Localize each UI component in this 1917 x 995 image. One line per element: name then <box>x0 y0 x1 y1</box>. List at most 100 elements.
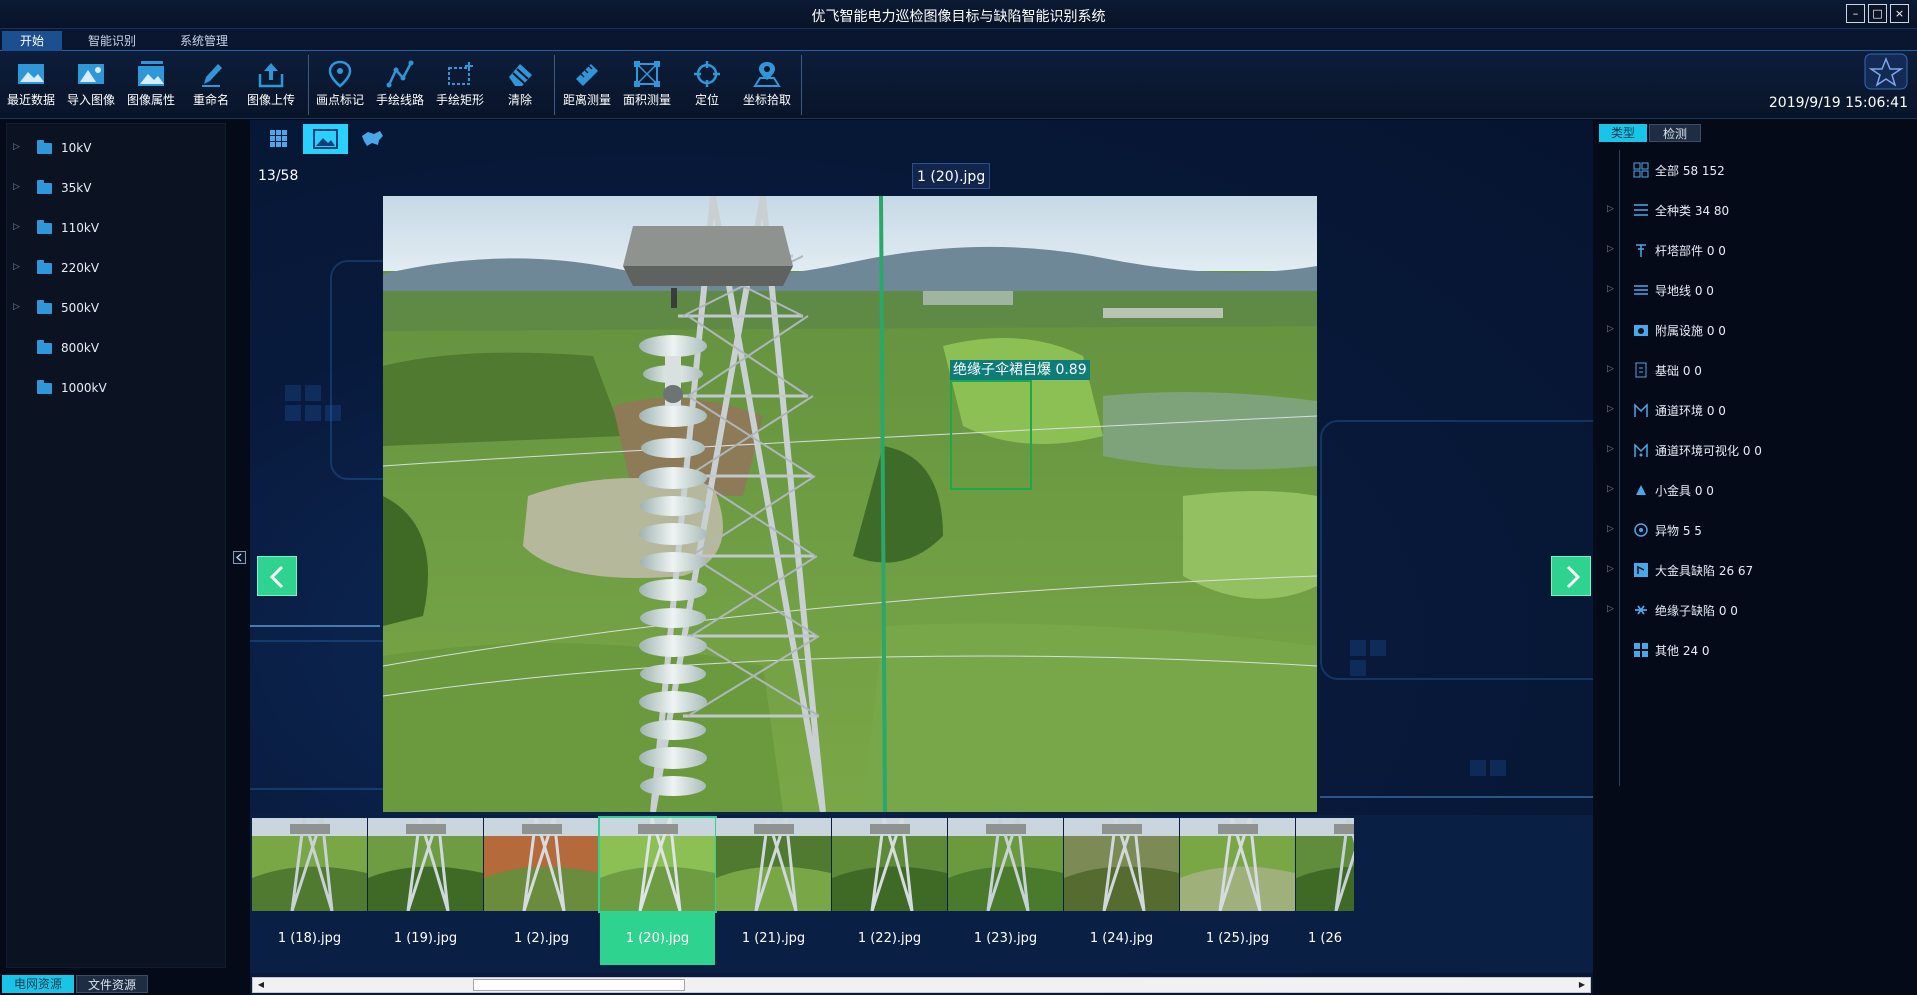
thumbnail-label[interactable]: 1 (25).jpg <box>1180 913 1295 965</box>
polyline-icon <box>386 60 414 88</box>
category-item[interactable]: ▷ 大金具缺陷 26 67 <box>1597 559 1897 581</box>
detection-label: 绝缘子伞裙自爆 0.89 <box>950 360 1090 380</box>
thumbnail-image[interactable] <box>252 818 367 911</box>
tree-item[interactable]: ▷ 500kV <box>7 298 217 320</box>
category-item[interactable]: ▷ 通道环境 0 0 <box>1597 399 1897 421</box>
tab-start[interactable]: 开始 <box>2 31 62 51</box>
category-item[interactable]: ▷ 通道环境可视化 0 0 <box>1597 439 1897 461</box>
category-item[interactable]: ▷ 附属设施 0 0 <box>1597 319 1897 341</box>
collapse-panel-icon[interactable] <box>233 551 246 564</box>
image-view-button[interactable] <box>303 124 348 154</box>
inspection-photo[interactable] <box>383 196 1317 812</box>
category-item[interactable]: ▷ 绝缘子缺陷 0 0 <box>1597 599 1897 621</box>
tab-system-management[interactable]: 系统管理 <box>164 31 244 51</box>
tab-smart-recognition[interactable]: 智能识别 <box>72 31 152 51</box>
expand-arrow-icon[interactable]: ▷ <box>1607 484 1614 494</box>
tree-item[interactable]: ▷ 110kV <box>7 218 217 240</box>
camera-icon <box>1634 325 1648 336</box>
expand-arrow-icon[interactable]: ▷ <box>1607 244 1614 254</box>
tree-item[interactable]: 800kV <box>7 338 217 360</box>
expand-arrow-icon[interactable]: ▷ <box>13 142 20 152</box>
thumbnail-label[interactable]: 1 (2).jpg <box>484 913 599 965</box>
expand-arrow-icon[interactable]: ▷ <box>13 182 20 192</box>
thumbnail-image[interactable] <box>1064 818 1179 911</box>
expand-arrow-icon[interactable]: ▷ <box>1607 324 1614 334</box>
horizontal-scrollbar[interactable]: ◀ ▶ <box>252 977 1591 993</box>
thumbnail-label[interactable]: 1 (20).jpg <box>600 913 715 965</box>
scroll-left-arrow-icon[interactable]: ◀ <box>255 980 267 990</box>
minimize-button[interactable]: – <box>1846 4 1865 23</box>
close-button[interactable]: × <box>1890 4 1909 23</box>
thumbnail-label[interactable]: 1 (24).jpg <box>1064 913 1179 965</box>
next-image-button[interactable] <box>1551 556 1591 596</box>
detection-box[interactable] <box>950 380 1032 490</box>
category-item[interactable]: ▷ 小金具 0 0 <box>1597 479 1897 501</box>
image-properties-button[interactable]: 图像属性 <box>122 56 180 114</box>
expand-arrow-icon[interactable]: ▷ <box>1607 524 1614 534</box>
tab-grid-resources[interactable]: 电网资源 <box>2 975 74 993</box>
previous-image-button[interactable] <box>257 556 297 596</box>
expand-arrow-icon[interactable]: ▷ <box>1607 564 1614 574</box>
tab-file-resources[interactable]: 文件资源 <box>76 975 148 993</box>
list-icon <box>1634 204 1648 216</box>
coordinate-pick-button[interactable]: 坐标拾取 <box>738 56 796 114</box>
clear-button[interactable]: 清除 <box>491 56 549 114</box>
upload-image-button[interactable]: 图像上传 <box>242 56 300 114</box>
expand-arrow-icon[interactable]: ▷ <box>1607 364 1614 374</box>
tree-item[interactable]: ▷ 35kV <box>7 178 217 200</box>
thumbnail-image[interactable] <box>1180 818 1295 911</box>
category-item[interactable]: ▷ 导地线 0 0 <box>1597 279 1897 301</box>
thumbnail-image[interactable] <box>598 816 717 913</box>
draw-rectangle-button[interactable]: 手绘矩形 <box>431 56 489 114</box>
expand-arrow-icon[interactable]: ▷ <box>13 302 20 312</box>
thumbnail-label[interactable]: 1 (26 <box>1296 913 1354 965</box>
rename-button[interactable]: 重命名 <box>182 56 240 114</box>
tree-item[interactable]: 1000kV <box>7 378 217 400</box>
thumbnail-image[interactable] <box>1296 818 1354 911</box>
thumbnail-label[interactable]: 1 (21).jpg <box>716 913 831 965</box>
tab-detect[interactable]: 检测 <box>1649 124 1701 142</box>
area-icon <box>634 61 660 87</box>
recent-data-button[interactable]: 最近数据 <box>2 56 60 114</box>
category-item[interactable]: 其他 24 0 <box>1597 639 1897 661</box>
expand-arrow-icon[interactable]: ▷ <box>1607 604 1614 614</box>
category-item[interactable]: ▷ 异物 5 5 <box>1597 519 1897 541</box>
point-marker-button[interactable]: 画点标记 <box>311 56 369 114</box>
map-view-button[interactable] <box>350 124 395 154</box>
category-item[interactable]: 全部 58 152 <box>1597 159 1897 181</box>
tab-type[interactable]: 类型 <box>1599 124 1647 142</box>
expand-arrow-icon[interactable]: ▷ <box>1607 284 1614 294</box>
grid-view-button[interactable] <box>256 124 301 154</box>
thumbnail-image[interactable] <box>716 818 831 911</box>
category-item[interactable]: ▷ 全种类 34 80 <box>1597 199 1897 221</box>
thumbnail-image[interactable] <box>368 818 483 911</box>
distance-measure-button[interactable]: 距离测量 <box>558 56 616 114</box>
scroll-right-arrow-icon[interactable]: ▶ <box>1576 980 1588 990</box>
thumbnail-image[interactable] <box>832 818 947 911</box>
category-item[interactable]: ▷ 基础 0 0 <box>1597 359 1897 381</box>
tree-item[interactable]: ▷ 10kV <box>7 138 217 160</box>
maximize-button[interactable]: □ <box>1868 4 1887 23</box>
category-item[interactable]: ▷ 杆塔部件 0 0 <box>1597 239 1897 261</box>
tool-label: 面积测量 <box>622 93 671 107</box>
thumbnail-label[interactable]: 1 (23).jpg <box>948 913 1063 965</box>
tree-item[interactable]: ▷ 220kV <box>7 258 217 280</box>
scroll-thumb[interactable] <box>473 979 685 991</box>
draw-line-button[interactable]: 手绘线路 <box>371 56 429 114</box>
expand-arrow-icon[interactable]: ▷ <box>1607 404 1614 414</box>
background-decoration <box>1350 660 1366 676</box>
expand-arrow-icon[interactable]: ▷ <box>13 222 20 232</box>
expand-arrow-icon[interactable]: ▷ <box>1607 444 1614 454</box>
locate-button[interactable]: 定位 <box>678 56 736 114</box>
thumbnail-label[interactable]: 1 (19).jpg <box>368 913 483 965</box>
thumbnail-image[interactable] <box>484 818 599 911</box>
expand-arrow-icon[interactable]: ▷ <box>1607 204 1614 214</box>
thumbnail-image[interactable] <box>948 818 1063 911</box>
thumbnail-label[interactable]: 1 (18).jpg <box>252 913 367 965</box>
import-image-button[interactable]: 导入图像 <box>62 56 120 114</box>
fitting-icon <box>1636 485 1646 495</box>
thumbnail-label[interactable]: 1 (22).jpg <box>832 913 947 965</box>
expand-arrow-icon[interactable]: ▷ <box>13 262 20 272</box>
area-measure-button[interactable]: 面积测量 <box>618 56 676 114</box>
background-decoration <box>305 385 321 401</box>
